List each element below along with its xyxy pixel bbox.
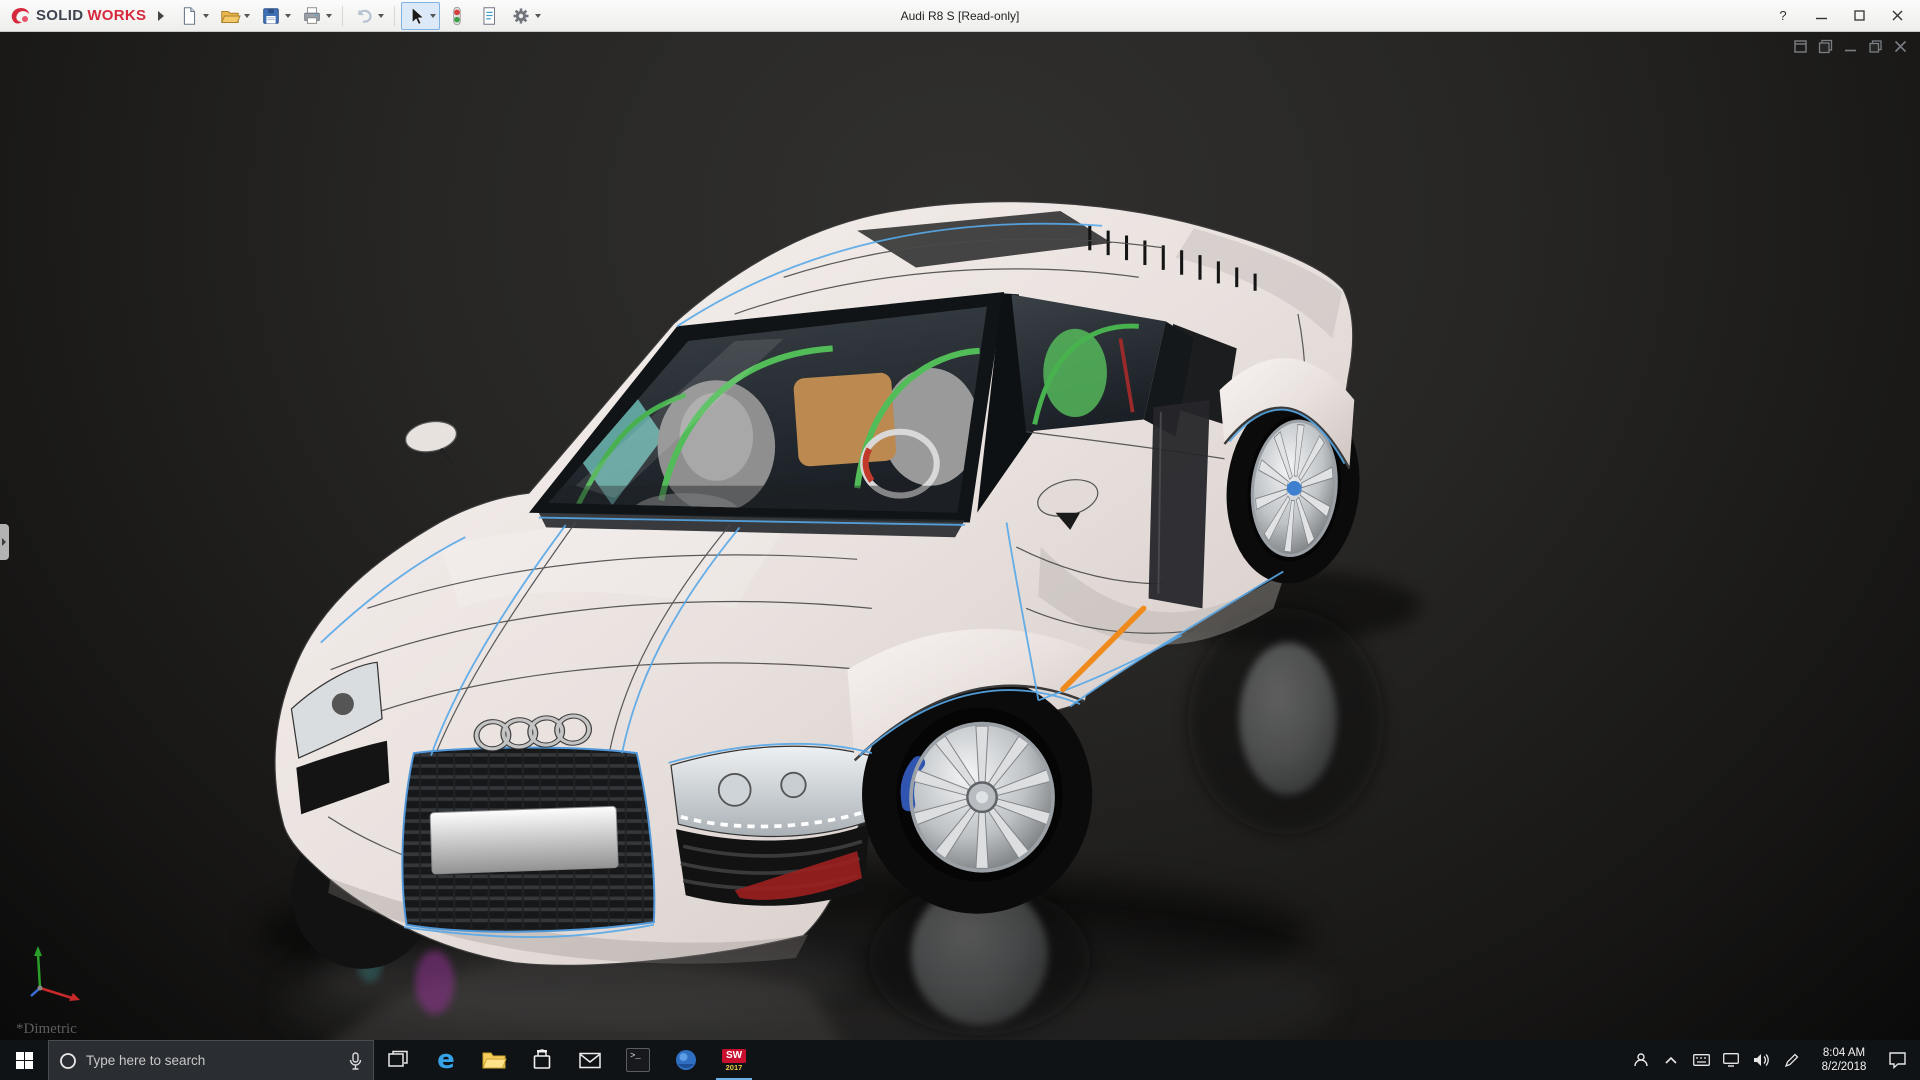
display-icon [1723,1053,1739,1067]
edge-icon: e [437,1045,455,1075]
quick-access-toolbar [174,1,545,30]
help-button[interactable]: ? [1764,3,1802,29]
tray-keyboard-button[interactable] [1686,1040,1716,1080]
doc-minimize-icon[interactable] [1843,39,1858,54]
file-explorer-icon [482,1052,507,1069]
toolbar-separator [342,5,344,26]
taskbar-app-store[interactable] [518,1040,566,1080]
taskbar-search[interactable] [48,1040,374,1080]
tray-pen-button[interactable] [1776,1040,1806,1080]
taskbar-app-mail[interactable] [566,1040,614,1080]
brand-text-solid: SOLID [36,7,84,24]
maximize-button[interactable] [1840,3,1878,29]
graphics-viewport[interactable]: *Dimetric [0,32,1920,1080]
solidworks-window: SOLID WORKS Audi R8 S [Read-only] ? *Dim… [0,0,1920,1080]
undo-icon [357,9,372,23]
people-icon [1634,1053,1648,1067]
cascade-windows-icon[interactable] [1818,39,1833,54]
save-icon [263,7,280,24]
windows-logo-icon [15,1051,33,1069]
3d-model-audi-r8[interactable] [0,32,1920,1080]
task-view-icon [388,1050,408,1067]
dropdown-chevron-icon[interactable] [326,13,333,18]
open-folder-icon [221,10,242,23]
dropdown-chevron-icon[interactable] [378,13,385,18]
start-button[interactable] [0,1040,48,1080]
options-gear-icon [513,7,529,24]
mail-envelope-icon [579,1052,601,1068]
pen-icon [1784,1053,1798,1067]
new-window-icon[interactable] [1793,39,1808,54]
select-tool-button[interactable] [401,1,441,30]
clock-time: 8:04 AM [1822,1047,1866,1059]
volume-icon [1754,1054,1769,1066]
taskbar-clock[interactable]: 8:04 AM 8/2/2018 [1806,1046,1882,1074]
dropdown-chevron-icon[interactable] [203,13,210,18]
task-view-button[interactable] [374,1040,422,1080]
minimize-icon [1815,17,1827,20]
document-window-controls [1793,39,1908,54]
new-document-button[interactable] [174,2,213,30]
tray-people-button[interactable] [1626,1040,1656,1080]
solidworks-logo: SOLID WORKS [0,6,152,26]
taskbar: e >_ [0,1040,1920,1080]
file-properties-icon [483,6,496,25]
doc-restore-icon[interactable] [1868,39,1883,54]
cortana-icon [60,1052,76,1069]
close-button[interactable] [1878,3,1916,29]
rebuild-stoplight-icon [453,6,462,25]
new-document-icon [184,6,196,25]
doc-close-icon[interactable] [1893,39,1908,54]
action-center-icon [1888,1052,1906,1070]
options-button[interactable] [506,2,545,30]
rebuild-button[interactable] [442,2,472,30]
menu-expand-arrow[interactable] [158,10,165,21]
tray-display-button[interactable] [1716,1040,1746,1080]
microphone-icon[interactable] [348,1051,363,1070]
dassault-logo-icon [11,7,29,23]
action-center-button[interactable] [1882,1040,1912,1080]
touch-keyboard-icon [1692,1054,1710,1066]
dropdown-chevron-icon[interactable] [285,13,292,18]
search-input[interactable] [86,1053,339,1068]
toolbar-separator [394,5,396,26]
window-controls: ? [1764,3,1920,29]
brand-text-works: WORKS [87,7,147,24]
taskbar-app-solidworks[interactable]: SW 2017 [710,1040,758,1080]
minimize-button[interactable] [1802,3,1840,29]
dropdown-chevron-icon[interactable] [430,13,437,18]
orientation-triad [30,946,80,1001]
terminal-icon: >_ [626,1048,650,1072]
chevron-up-icon [1665,1056,1677,1064]
print-icon [304,6,321,24]
title-bar: SOLID WORKS Audi R8 S [Read-only] ? [0,0,1920,32]
undo-button[interactable] [349,2,388,30]
system-tray: 8:04 AM 8/2/2018 [1626,1040,1920,1080]
taskbar-app-file-explorer[interactable] [470,1040,518,1080]
taskbar-app-edge[interactable]: e [422,1040,470,1080]
select-cursor-icon [412,6,425,25]
print-button[interactable] [297,2,336,30]
view-orientation-label: *Dimetric [16,1021,77,1037]
save-button[interactable] [256,2,295,30]
window-title: Audi R8 S [Read-only] [900,8,1020,23]
taskbar-app-terminal[interactable]: >_ [614,1040,662,1080]
clock-date: 8/2/2018 [1821,1061,1867,1073]
close-icon [1892,10,1902,21]
taskbar-app-blue[interactable] [662,1040,710,1080]
solidworks-2017-icon: SW 2017 [721,1048,747,1072]
blue-app-icon [676,1050,696,1070]
open-button[interactable] [215,2,254,30]
dropdown-chevron-icon[interactable] [244,13,251,18]
store-bag-icon [533,1049,551,1069]
tray-overflow-button[interactable] [1656,1040,1686,1080]
dropdown-chevron-icon[interactable] [535,13,542,18]
maximize-icon [1853,10,1865,21]
file-properties-button[interactable] [474,2,504,30]
tray-volume-button[interactable] [1746,1040,1776,1080]
